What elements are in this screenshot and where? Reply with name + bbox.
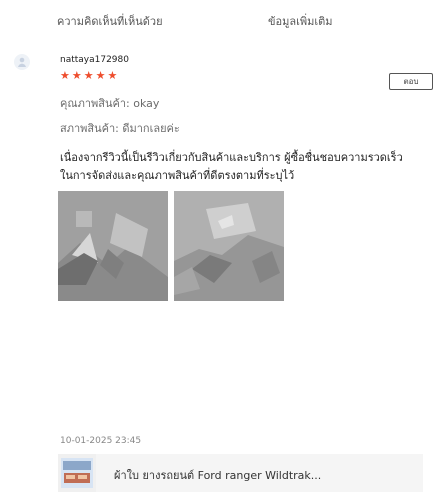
review-photo-1[interactable] <box>58 191 168 301</box>
rating-stars: ★ ★ ★ ★ ★ <box>60 70 117 81</box>
user-avatar-icon-svg <box>18 57 26 67</box>
product-name[interactable]: ผ้าใบ ยางรถยนต์ Ford ranger Wildtrak... <box>114 466 321 484</box>
star-icon: ★ <box>60 69 70 82</box>
review-card: nattaya172980 ★ ★ ★ ★ ★ ตอบ คุณภาพสินค้า… <box>0 48 437 492</box>
image-icon <box>58 191 168 301</box>
star-icon: ★ <box>83 69 94 82</box>
tab-agree-reviews[interactable]: ความคิดเห็นที่เห็นด้วย <box>57 12 163 30</box>
user-avatar-icon <box>14 54 30 70</box>
product-thumbnail-icon[interactable] <box>58 454 96 492</box>
product-thumbnail-svg <box>58 454 96 492</box>
review-comment: เนื่องจากรีวิวนี้เป็นรีวิวเกี่ยวกับสินค้… <box>60 151 403 182</box>
tab-more-info[interactable]: ข้อมูลเพิ่มเติม <box>268 12 333 30</box>
star-icon: ★ <box>95 69 106 82</box>
review-photo-gallery <box>58 191 284 301</box>
review-header-tabs: ความคิดเห็นที่เห็นด้วย ข้อมูลเพิ่มเติม <box>0 0 437 40</box>
reply-button[interactable]: ตอบ <box>389 73 433 90</box>
star-icon: ★ <box>71 69 82 82</box>
quality-label: คุณภาพสินค้า: okay <box>60 97 160 110</box>
condition-label: สภาพสินค้า: ดีมากเลยค่ะ <box>60 122 180 135</box>
star-icon: ★ <box>107 69 118 82</box>
reviewer-username[interactable]: nattaya172980 <box>60 55 129 65</box>
image-icon <box>174 191 284 301</box>
review-photo-2[interactable] <box>174 191 284 301</box>
review-timestamp: 10-01-2025 23:45 <box>60 436 142 446</box>
product-card[interactable]: ผ้าใบ ยางรถยนต์ Ford ranger Wildtrak... <box>58 454 423 492</box>
